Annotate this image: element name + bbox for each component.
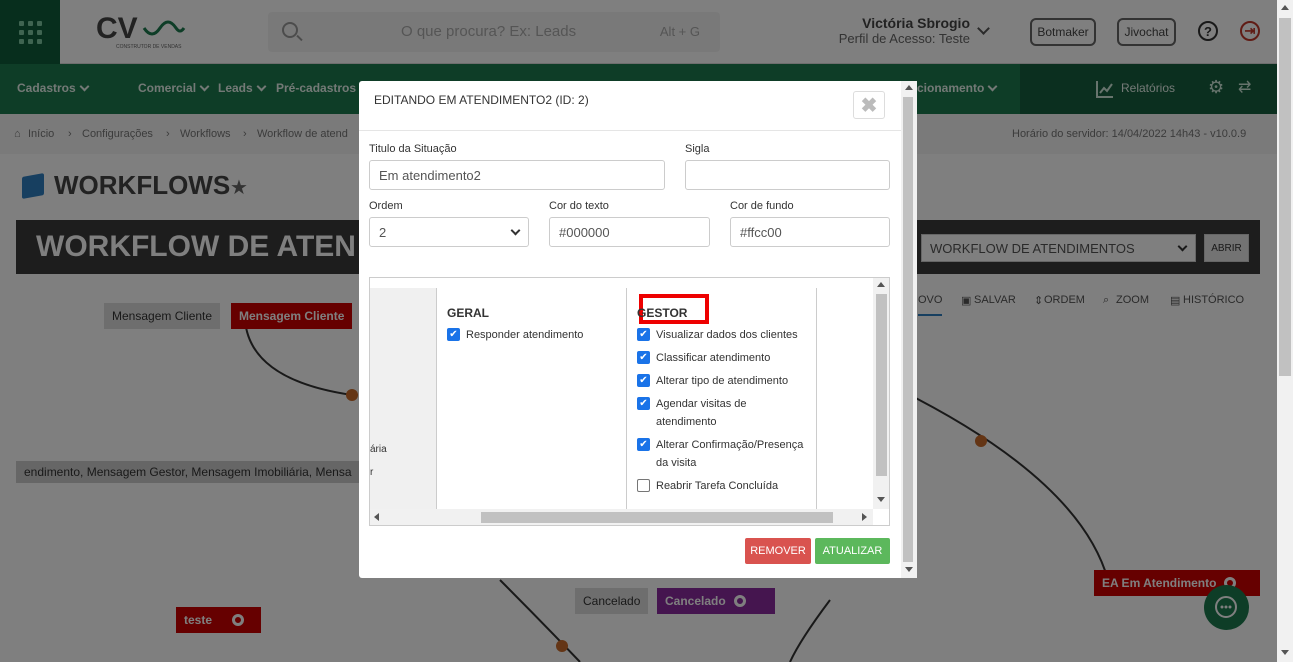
modal-title: EDITANDO EM ATENDIMENTO2 (ID: 2) — [374, 93, 589, 107]
partial-text: r — [370, 467, 374, 478]
chevron-down-icon — [510, 225, 521, 236]
panel-horizontal-scrollbar[interactable] — [370, 509, 873, 525]
scroll-down-icon[interactable] — [1281, 650, 1289, 655]
scroll-up-icon[interactable] — [905, 85, 913, 90]
scrollbar-thumb[interactable] — [903, 97, 913, 562]
divider — [359, 130, 901, 131]
column-divider — [436, 288, 437, 510]
gestor-header: GESTOR — [637, 306, 688, 320]
ordem-value: 2 — [379, 225, 387, 240]
titulo-label: Titulo da Situação — [369, 143, 457, 155]
gestor-checkbox[interactable]: ✔ Classificar atendimento — [637, 349, 815, 367]
gestor-checkbox[interactable]: Reabrir Tarefa Concluída — [637, 477, 815, 495]
atualizar-button[interactable]: ATUALIZAR — [815, 538, 890, 564]
gestor-checkbox[interactable]: ✔ Agendar visitas de atendimento — [637, 395, 772, 431]
checkbox-label: Alterar tipo de atendimento — [656, 375, 789, 387]
geral-header: GERAL — [447, 306, 489, 320]
scroll-up-icon[interactable] — [877, 282, 885, 287]
checkbox-checked-icon[interactable]: ✔ — [447, 328, 460, 341]
page-scrollbar[interactable] — [1277, 0, 1293, 662]
partial-column — [370, 288, 436, 509]
checkbox-checked-icon[interactable]: ✔ — [637, 397, 650, 410]
cor-texto-input[interactable]: #000000 — [549, 217, 710, 247]
checkbox-label: Agendar visitas de atendimento — [656, 398, 747, 428]
scroll-down-icon[interactable] — [905, 567, 913, 572]
checkbox-checked-icon[interactable]: ✔ — [637, 328, 650, 341]
ordem-select[interactable]: 2 — [369, 217, 529, 247]
checkbox-label: Reabrir Tarefa Concluída — [656, 480, 779, 492]
checkbox-checked-icon[interactable]: ✔ — [637, 351, 650, 364]
column-divider — [626, 288, 627, 510]
scroll-down-icon[interactable] — [877, 497, 885, 502]
scroll-up-icon[interactable] — [1281, 5, 1289, 10]
cor-texto-label: Cor do texto — [549, 200, 609, 212]
scroll-left-icon[interactable] — [374, 513, 379, 521]
checkbox-checked-icon[interactable]: ✔ — [637, 438, 650, 451]
gestor-checkbox[interactable]: ✔ Alterar Confirmação/Presença da visita — [637, 436, 815, 472]
checkbox-label: Alterar Confirmação/Presença da visita — [656, 439, 804, 469]
permissions-panel[interactable]: ária r GERAL ✔ Responder atendimento GEST… — [369, 277, 890, 526]
checkbox-label: Classificar atendimento — [656, 352, 771, 364]
column-divider — [816, 288, 817, 510]
scrollbar-thumb[interactable] — [481, 512, 833, 523]
checkbox-checked-icon[interactable]: ✔ — [637, 374, 650, 387]
cor-fundo-label: Cor de fundo — [730, 200, 794, 212]
sigla-input[interactable] — [685, 160, 890, 190]
scrollbar-thumb[interactable] — [1279, 18, 1291, 376]
titulo-input[interactable]: Em atendimento2 — [369, 160, 665, 190]
geral-checkbox[interactable]: ✔ Responder atendimento — [447, 326, 617, 344]
edit-status-modal: EDITANDO EM ATENDIMENTO2 (ID: 2) ✖ Titul… — [359, 81, 917, 578]
cor-fundo-input[interactable]: #ffcc00 — [730, 217, 890, 247]
modal-scrollbar[interactable] — [901, 81, 917, 578]
gestor-checkbox[interactable]: ✔ Alterar tipo de atendimento — [637, 372, 815, 390]
checkbox-label: Responder atendimento — [466, 329, 584, 341]
close-icon: ✖ — [860, 94, 878, 117]
remover-button[interactable]: REMOVER — [745, 538, 811, 564]
close-button[interactable]: ✖ — [853, 91, 885, 119]
partial-text: ária — [370, 444, 387, 455]
checkbox-label: Visualizar dados dos clientes — [656, 329, 798, 341]
ordem-label: Ordem — [369, 200, 403, 212]
scrollbar-thumb[interactable] — [876, 294, 887, 476]
panel-vertical-scrollbar[interactable] — [873, 278, 889, 509]
checkbox-unchecked-icon[interactable] — [637, 479, 650, 492]
scroll-right-icon[interactable] — [862, 513, 867, 521]
gestor-checkbox[interactable]: ✔ Visualizar dados dos clientes — [637, 326, 815, 344]
sigla-label: Sigla — [685, 143, 710, 155]
